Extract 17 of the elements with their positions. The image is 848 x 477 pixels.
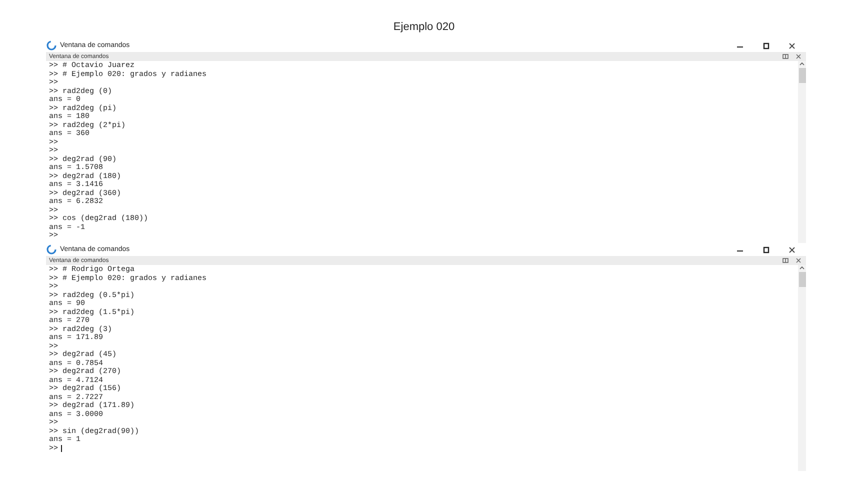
scroll-up-icon[interactable] bbox=[799, 61, 805, 66]
close-icon[interactable] bbox=[795, 53, 802, 60]
undock-icon[interactable] bbox=[782, 257, 789, 264]
close-icon[interactable] bbox=[788, 42, 796, 50]
scrollbar[interactable] bbox=[798, 61, 806, 243]
scrollbar-thumb[interactable] bbox=[798, 68, 806, 83]
restore-icon[interactable] bbox=[762, 42, 770, 50]
app-logo-icon bbox=[46, 244, 57, 255]
scroll-up-icon[interactable] bbox=[799, 265, 805, 270]
restore-icon[interactable] bbox=[762, 246, 770, 254]
scrollbar-thumb[interactable] bbox=[798, 272, 806, 287]
undock-icon[interactable] bbox=[782, 53, 789, 60]
app-logo-icon bbox=[46, 40, 57, 51]
scrollbar[interactable] bbox=[798, 265, 806, 471]
close-icon[interactable] bbox=[788, 246, 796, 254]
page-title: Ejemplo 020 bbox=[393, 21, 455, 35]
close-icon[interactable] bbox=[795, 257, 802, 264]
